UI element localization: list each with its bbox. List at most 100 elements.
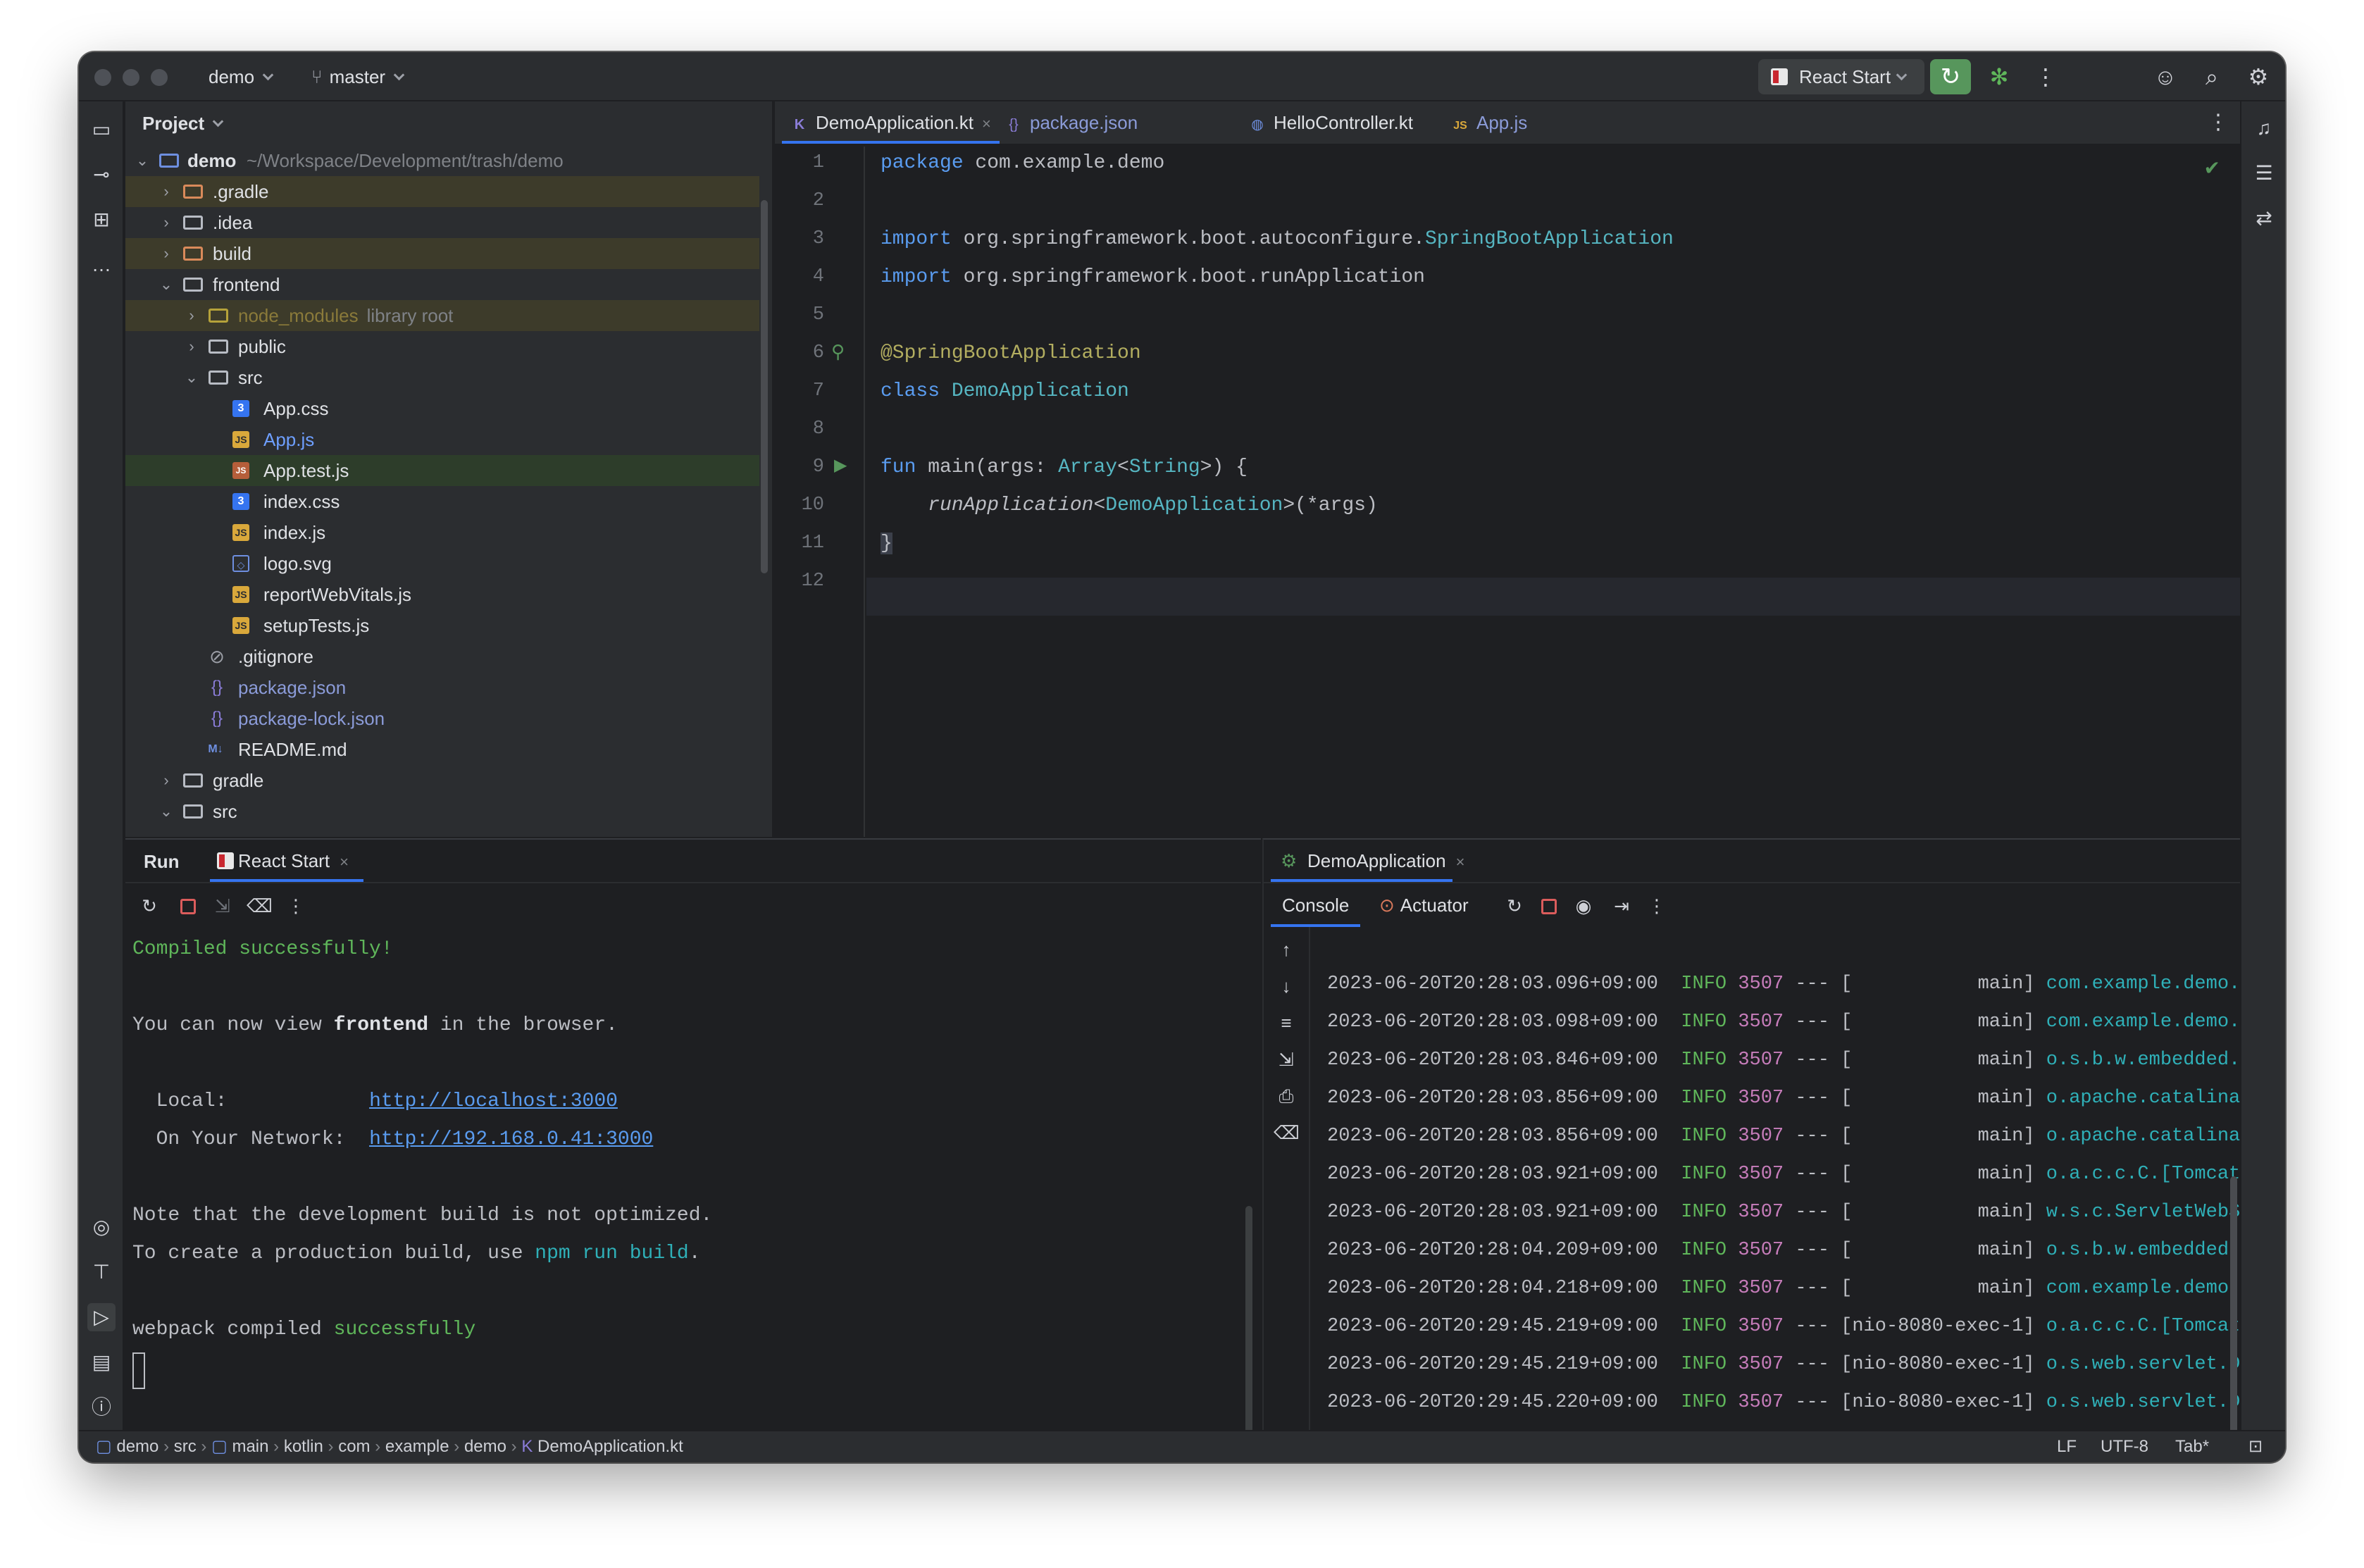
breadcrumb-item[interactable]: kotlin <box>284 1437 323 1456</box>
more-options-button[interactable]: ⋮ <box>283 893 309 919</box>
up-button[interactable]: ↑ <box>1274 937 1299 962</box>
close-icon[interactable]: × <box>1456 853 1465 871</box>
branch-selector[interactable]: ⑂ master <box>311 66 405 88</box>
run-config-selector[interactable]: React Start <box>1758 59 1924 94</box>
tab-package-json[interactable]: {} package.json <box>1004 101 1138 144</box>
no-problems-check-icon[interactable]: ✔ <box>2204 156 2220 180</box>
project-panel-title[interactable]: Project <box>142 113 224 135</box>
tree-item[interactable]: JS index.js <box>125 517 759 548</box>
tree-item[interactable]: JS setupTests.js <box>125 610 759 641</box>
tab-console[interactable]: Console <box>1271 883 1361 927</box>
close-icon[interactable]: × <box>982 115 991 132</box>
tree-item[interactable]: {} package.json <box>125 672 759 703</box>
indent-indicator[interactable]: Tab* <box>2175 1431 2209 1462</box>
tree-item[interactable]: {} package-lock.json <box>125 703 759 734</box>
stop-button[interactable] <box>1541 899 1557 914</box>
tab-demo-application-kt[interactable]: K DemoApplication.kt × <box>782 101 1000 144</box>
spring-bean-gutter-icon[interactable]: ⚲ <box>831 341 845 363</box>
code-text: org.springframework.boot.runApplication <box>951 266 1425 288</box>
breadcrumb-item[interactable]: DemoApplication.kt <box>537 1437 683 1456</box>
breadcrumb-item[interactable]: demo <box>116 1437 158 1456</box>
tree-item[interactable]: JS App.js <box>125 424 759 455</box>
tab-options-button[interactable]: ⋮ <box>2208 101 2229 144</box>
structure-tool-button[interactable]: ⊞ <box>87 206 116 234</box>
soft-wrap-button[interactable]: ≡ <box>1274 1010 1299 1035</box>
database-tool-button[interactable]: ☰ <box>2250 159 2278 187</box>
breadcrumb-item[interactable]: src <box>174 1437 197 1456</box>
terminal-tool-button[interactable]: ▤ <box>87 1348 116 1376</box>
tree-item[interactable]: › public <box>125 331 759 362</box>
tree-item-root[interactable]: ⌄ demo ~/Workspace/Development/trash/dem… <box>125 145 759 176</box>
tree-item[interactable]: › .idea <box>125 207 759 238</box>
tab-actuator[interactable]: ⊙ Actuator <box>1379 895 1469 916</box>
tree-item[interactable]: 3 index.css <box>125 486 759 517</box>
scroll-to-end-button[interactable]: ⇲ <box>210 893 235 919</box>
screenshot-button[interactable]: ◉ <box>1571 893 1596 919</box>
more-tools-button[interactable]: … <box>87 251 116 279</box>
more-options-button[interactable]: ⋮ <box>1644 893 1669 919</box>
search-button[interactable]: ⌕ <box>2198 63 2226 90</box>
lock-button[interactable]: ⊡ <box>2248 1431 2263 1462</box>
tree-item[interactable]: ⊘ .gitignore <box>125 641 759 672</box>
tree-item[interactable]: ⌄ src <box>125 362 759 393</box>
services-tool-button[interactable]: ◎ <box>87 1213 116 1241</box>
add-user-button[interactable]: ☺ <box>2151 63 2179 90</box>
run-tool-button[interactable]: ▷ <box>87 1303 116 1331</box>
window-zoom-button[interactable] <box>151 69 168 86</box>
tree-item[interactable]: › build <box>125 238 759 269</box>
local-url-link[interactable]: http://localhost:3000 <box>369 1090 618 1112</box>
tab-app-js[interactable]: JS App.js <box>1451 101 1527 144</box>
breadcrumb-item[interactable]: com <box>338 1437 370 1456</box>
window-close-button[interactable] <box>94 69 111 86</box>
project-scrollbar[interactable] <box>761 200 768 573</box>
line-separator-indicator[interactable]: LF <box>2057 1431 2077 1462</box>
rerun-button[interactable]: ↻ <box>1930 59 1971 94</box>
tab-react-start[interactable]: React Start × <box>210 840 363 882</box>
tree-item[interactable]: ⌄ src <box>125 796 759 827</box>
notifications-button[interactable]: ♫ <box>2250 114 2278 142</box>
tree-item[interactable]: JS App.test.js <box>125 455 759 486</box>
down-button[interactable]: ↓ <box>1274 973 1299 999</box>
tree-item[interactable]: › .gradle <box>125 176 759 207</box>
run-gutter-icon[interactable]: ▶ <box>834 455 847 475</box>
window-minimize-button[interactable] <box>123 69 139 86</box>
more-actions-button[interactable]: ⋮ <box>2032 63 2060 90</box>
function-call: runApplication <box>928 494 1094 516</box>
tree-item[interactable]: › gradle <box>125 765 759 796</box>
rerun-button[interactable]: ↻ <box>1502 893 1527 919</box>
tab-hello-controller-kt[interactable]: ◍ HelloController.kt <box>1248 101 1413 144</box>
tree-item[interactable]: M↓ README.md <box>125 734 759 765</box>
project-selector[interactable]: demo <box>209 66 274 88</box>
run-panel-scrollbar[interactable] <box>1245 1206 1252 1462</box>
close-icon[interactable]: × <box>340 853 349 871</box>
encoding-indicator[interactable]: UTF-8 <box>2101 1431 2148 1462</box>
folder-icon <box>209 309 228 323</box>
terminal-input[interactable] <box>132 1352 145 1389</box>
tree-item[interactable]: ◇ logo.svg <box>125 548 759 579</box>
tab-demo-application[interactable]: ⚙ DemoApplication × <box>1271 840 1464 882</box>
code-editor[interactable]: 1 2 3 4 5 6 7 8 9 10 11 12 ⚲ ▶ package c… <box>775 147 2240 837</box>
breadcrumb-item[interactable]: example <box>385 1437 449 1456</box>
settings-button[interactable]: ⚙ <box>2244 63 2272 90</box>
clear-all-button[interactable]: ⌫ <box>1274 1120 1300 1145</box>
stop-button[interactable] <box>180 899 196 914</box>
commit-tool-button[interactable]: ⊸ <box>87 161 116 189</box>
problems-tool-button[interactable]: ⓘ <box>87 1393 116 1421</box>
print-button[interactable]: ⎙ <box>1274 1083 1299 1109</box>
rerun-button[interactable]: ↻ <box>137 893 162 919</box>
tree-item[interactable]: JS reportWebVitals.js <box>125 579 759 610</box>
debug-button[interactable]: ✻ <box>1985 63 2013 90</box>
exit-button[interactable]: ⇥ <box>1609 893 1634 919</box>
scroll-to-end-button[interactable]: ⇲ <box>1274 1047 1299 1072</box>
tree-item[interactable]: 3 App.css <box>125 393 759 424</box>
build-tool-button[interactable]: ⊤ <box>87 1258 116 1286</box>
endpoints-tool-button[interactable]: ⇄ <box>2250 204 2278 232</box>
breadcrumb-item[interactable]: main <box>232 1437 268 1456</box>
breadcrumb-item[interactable]: demo <box>464 1437 506 1456</box>
tree-item[interactable]: › node_modules library root <box>125 300 759 331</box>
clear-all-button[interactable]: ⌫ <box>247 893 273 919</box>
tree-item[interactable]: ⌄ frontend <box>125 269 759 300</box>
project-tool-button[interactable]: ▭ <box>87 116 116 144</box>
console-vertical-scrollbar[interactable] <box>2230 1176 2237 1430</box>
network-url-link[interactable]: http://192.168.0.41:3000 <box>369 1128 653 1150</box>
